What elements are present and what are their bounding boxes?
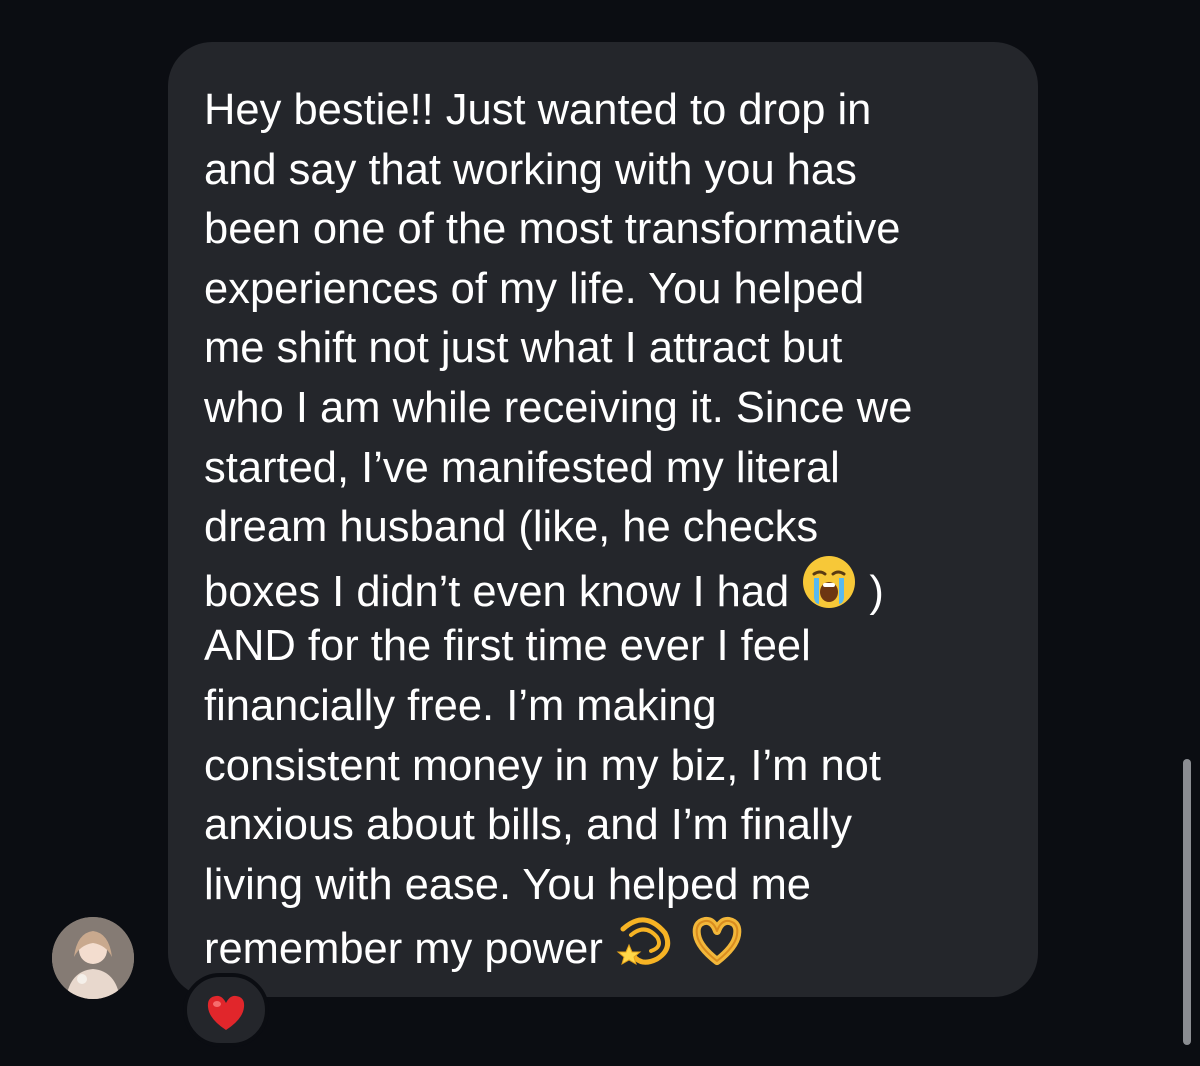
- message-line: financially free. I’m making: [204, 681, 717, 730]
- heart-hands-icon: [687, 911, 747, 984]
- message-line: and say that working with you has: [204, 145, 857, 194]
- avatar-icon: [52, 917, 134, 999]
- message-line-with-emoji: remember my power: [204, 915, 1014, 975]
- message-line: who I am while receiving it. Since we: [204, 383, 913, 432]
- message-bubble[interactable]: Hey bestie!! Just wanted to drop in and …: [168, 42, 1038, 997]
- message-line-text: remember my power: [204, 925, 603, 974]
- message-line: dream husband (like, he checks: [204, 503, 819, 552]
- message-line-suffix: ): [869, 567, 884, 616]
- message-line-with-emoji: boxes I didn’t even know I had ): [204, 555, 1014, 618]
- message-line: started, I’ve manifested my literal: [204, 443, 840, 492]
- reaction-badge[interactable]: [183, 973, 269, 1047]
- scrollbar[interactable]: [1183, 759, 1191, 1045]
- message-line: consistent money in my biz, I’m not: [204, 741, 881, 790]
- message-line: AND for the first time ever I feel: [204, 622, 811, 671]
- dizzy-icon: [615, 911, 675, 984]
- user-avatar[interactable]: [52, 917, 134, 999]
- chat-screen: Hey bestie!! Just wanted to drop in and …: [0, 0, 1200, 1066]
- message-line: anxious about bills, and I’m finally: [204, 801, 853, 850]
- message-line: been one of the most transformative: [204, 205, 901, 254]
- red-heart-icon: [207, 995, 245, 1030]
- message-line: experiences of my life. You helped: [204, 264, 865, 313]
- message-line-text: boxes I didn’t even know I had: [204, 567, 790, 616]
- crying-face-icon: [801, 554, 857, 627]
- message-line: me shift not just what I attract but: [204, 324, 843, 373]
- message-line: Hey bestie!! Just wanted to drop in: [204, 86, 872, 134]
- message-line: living with ease. You helped me: [204, 860, 812, 909]
